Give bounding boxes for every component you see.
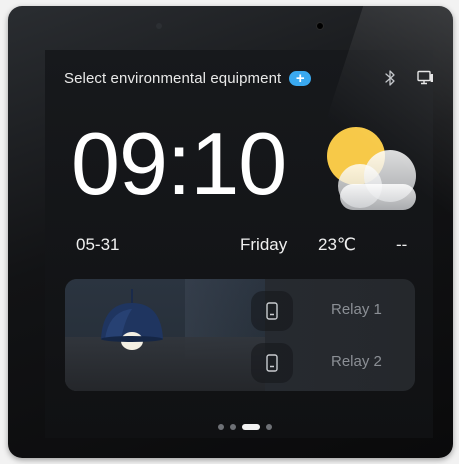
clock-time: 09:10: [71, 114, 287, 213]
weekday-text: Friday: [240, 235, 288, 254]
page-dot-4[interactable]: [266, 424, 272, 430]
switch-icon: [266, 302, 278, 320]
switch-icon: [266, 354, 278, 372]
smart-panel-device: Select environmental equipment + 09:10 0…: [8, 6, 453, 458]
bluetooth-icon[interactable]: [383, 69, 397, 87]
page-dot-2[interactable]: [230, 424, 236, 430]
network-screen-icon[interactable]: [417, 69, 433, 87]
info-row: 05-31 Friday 23℃ --: [76, 235, 416, 257]
pendant-lamp-image: [101, 289, 163, 350]
plus-icon: +: [295, 69, 305, 87]
top-bar: Select environmental equipment +: [64, 68, 433, 88]
add-equipment-button[interactable]: +: [289, 69, 312, 87]
page-indicator[interactable]: [218, 424, 272, 430]
relay-1-label: Relay 1: [331, 301, 382, 318]
relay-row-1[interactable]: Relay 1: [251, 289, 415, 333]
relay-control-card[interactable]: Relay 1 Relay 2: [65, 279, 415, 391]
touch-screen: Select environmental equipment + 09:10 0…: [45, 50, 433, 438]
partly-cloudy-icon: [327, 127, 416, 210]
light-sensor: [156, 23, 162, 29]
page-dot-3-active[interactable]: [242, 424, 260, 430]
humidity-placeholder: --: [396, 235, 408, 254]
relay-row-2[interactable]: Relay 2: [251, 341, 415, 385]
temperature-text: 23℃: [318, 235, 357, 254]
room-scene-image: [65, 279, 265, 391]
page-dot-1[interactable]: [218, 424, 224, 430]
relay-1-button[interactable]: [251, 291, 293, 331]
camera-lens: [317, 23, 323, 29]
date-text: 05-31: [76, 235, 120, 254]
relay-2-button[interactable]: [251, 343, 293, 383]
relay-2-label: Relay 2: [331, 353, 382, 370]
header-title: Select environmental equipment: [64, 69, 282, 87]
